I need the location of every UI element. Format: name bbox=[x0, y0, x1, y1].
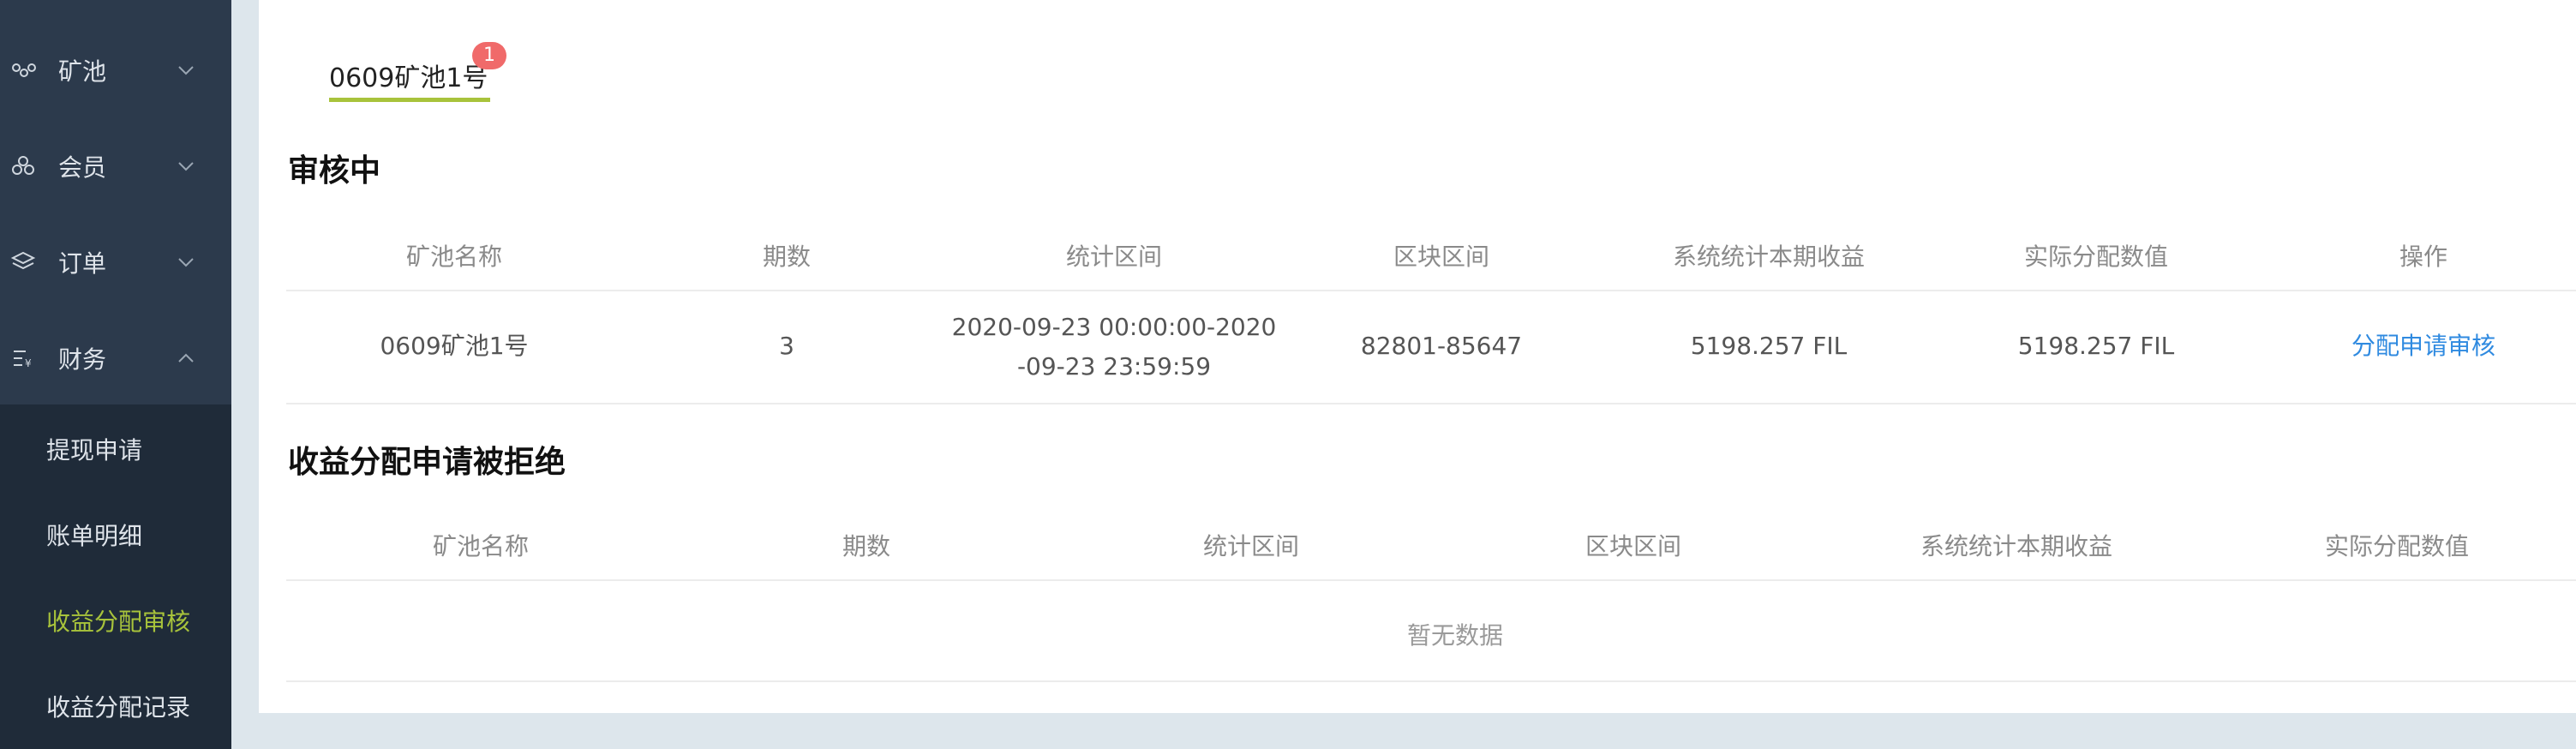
pool-icon bbox=[12, 63, 36, 77]
submenu-item-income-review[interactable]: 收益分配审核 bbox=[46, 603, 190, 638]
chevron-up-icon bbox=[178, 353, 194, 363]
main-panel: 0609矿池1号 1 审核中 矿池名称 期数 统计区间 区块区间 系统统计本期收… bbox=[259, 0, 2576, 713]
submenu-item-withdraw[interactable]: 提现申请 bbox=[46, 432, 142, 466]
section-title-reviewing: 审核中 bbox=[288, 153, 381, 189]
members-icon bbox=[12, 156, 34, 175]
finance-icon: ¥ bbox=[14, 351, 32, 369]
column-header: 期数 bbox=[842, 532, 891, 560]
sidebar-item-pool[interactable]: 矿池 bbox=[0, 22, 231, 118]
cell-actual: 5198.257 FIL bbox=[2017, 332, 2175, 360]
chevron-down-icon bbox=[178, 66, 194, 75]
sidebar-item-label: 订单 bbox=[58, 249, 107, 278]
column-header: 实际分配数值 bbox=[2023, 243, 2169, 271]
tab-pool[interactable]: 0609矿池1号 bbox=[329, 57, 488, 94]
chevron-down-icon bbox=[178, 258, 194, 267]
sidebar-item-members[interactable]: 会员 bbox=[0, 118, 231, 214]
column-header: 期数 bbox=[762, 243, 812, 271]
sidebar-item-label: 会员 bbox=[58, 153, 107, 182]
column-header: 实际分配数值 bbox=[2324, 532, 2470, 560]
cell-range-line2: -09-23 23:59:59 bbox=[1016, 352, 1212, 380]
layers-icon bbox=[10, 251, 36, 270]
cell-system-income: 5198.257 FIL bbox=[1690, 332, 1848, 360]
column-header: 系统统计本期收益 bbox=[1672, 243, 1866, 271]
cell-pool: 0609矿池1号 bbox=[380, 332, 529, 360]
table-divider bbox=[286, 403, 2576, 404]
cell-range-line1: 2020-09-23 00:00:00-2020 bbox=[951, 313, 1277, 341]
sidebar-item-finance[interactable]: ¥ 财务 bbox=[0, 310, 231, 406]
column-header: 系统统计本期收益 bbox=[1920, 532, 2113, 560]
section-title-rejected: 收益分配申请被拒绝 bbox=[288, 445, 566, 480]
sidebar-item-label: 矿池 bbox=[58, 57, 107, 86]
chevron-down-icon bbox=[178, 162, 194, 171]
submenu-item-income-records[interactable]: 收益分配记录 bbox=[46, 689, 190, 723]
empty-state-text: 暂无数据 bbox=[1406, 621, 1504, 650]
tab-badge: 1 bbox=[472, 42, 506, 69]
sidebar: 矿池 会员 订单 ¥ 财务 提现申请 账单明细 收益分配审核 收益分配记录 bbox=[0, 0, 231, 749]
column-header: 统计区间 bbox=[1202, 532, 1300, 560]
svg-text:¥: ¥ bbox=[25, 357, 32, 369]
column-header: 区块区间 bbox=[1393, 243, 1490, 271]
table-divider bbox=[286, 290, 2576, 291]
column-header: 区块区间 bbox=[1585, 532, 1682, 560]
cell-period: 3 bbox=[779, 332, 794, 360]
cell-blocks: 82801-85647 bbox=[1360, 332, 1523, 360]
sidebar-item-label: 财务 bbox=[58, 345, 107, 374]
review-action-link[interactable]: 分配申请审核 bbox=[2351, 327, 2495, 366]
tab-active-indicator bbox=[329, 98, 490, 102]
table-divider bbox=[286, 680, 2576, 682]
column-header: 统计区间 bbox=[1065, 243, 1163, 271]
submenu-item-bills[interactable]: 账单明细 bbox=[46, 518, 142, 552]
sidebar-item-orders[interactable]: 订单 bbox=[0, 214, 231, 310]
table-divider bbox=[286, 579, 2576, 581]
column-header: 操作 bbox=[2399, 243, 2448, 271]
finance-submenu: 提现申请 账单明细 收益分配审核 收益分配记录 bbox=[0, 404, 231, 749]
column-header: 矿池名称 bbox=[432, 532, 530, 560]
column-header: 矿池名称 bbox=[405, 243, 503, 271]
